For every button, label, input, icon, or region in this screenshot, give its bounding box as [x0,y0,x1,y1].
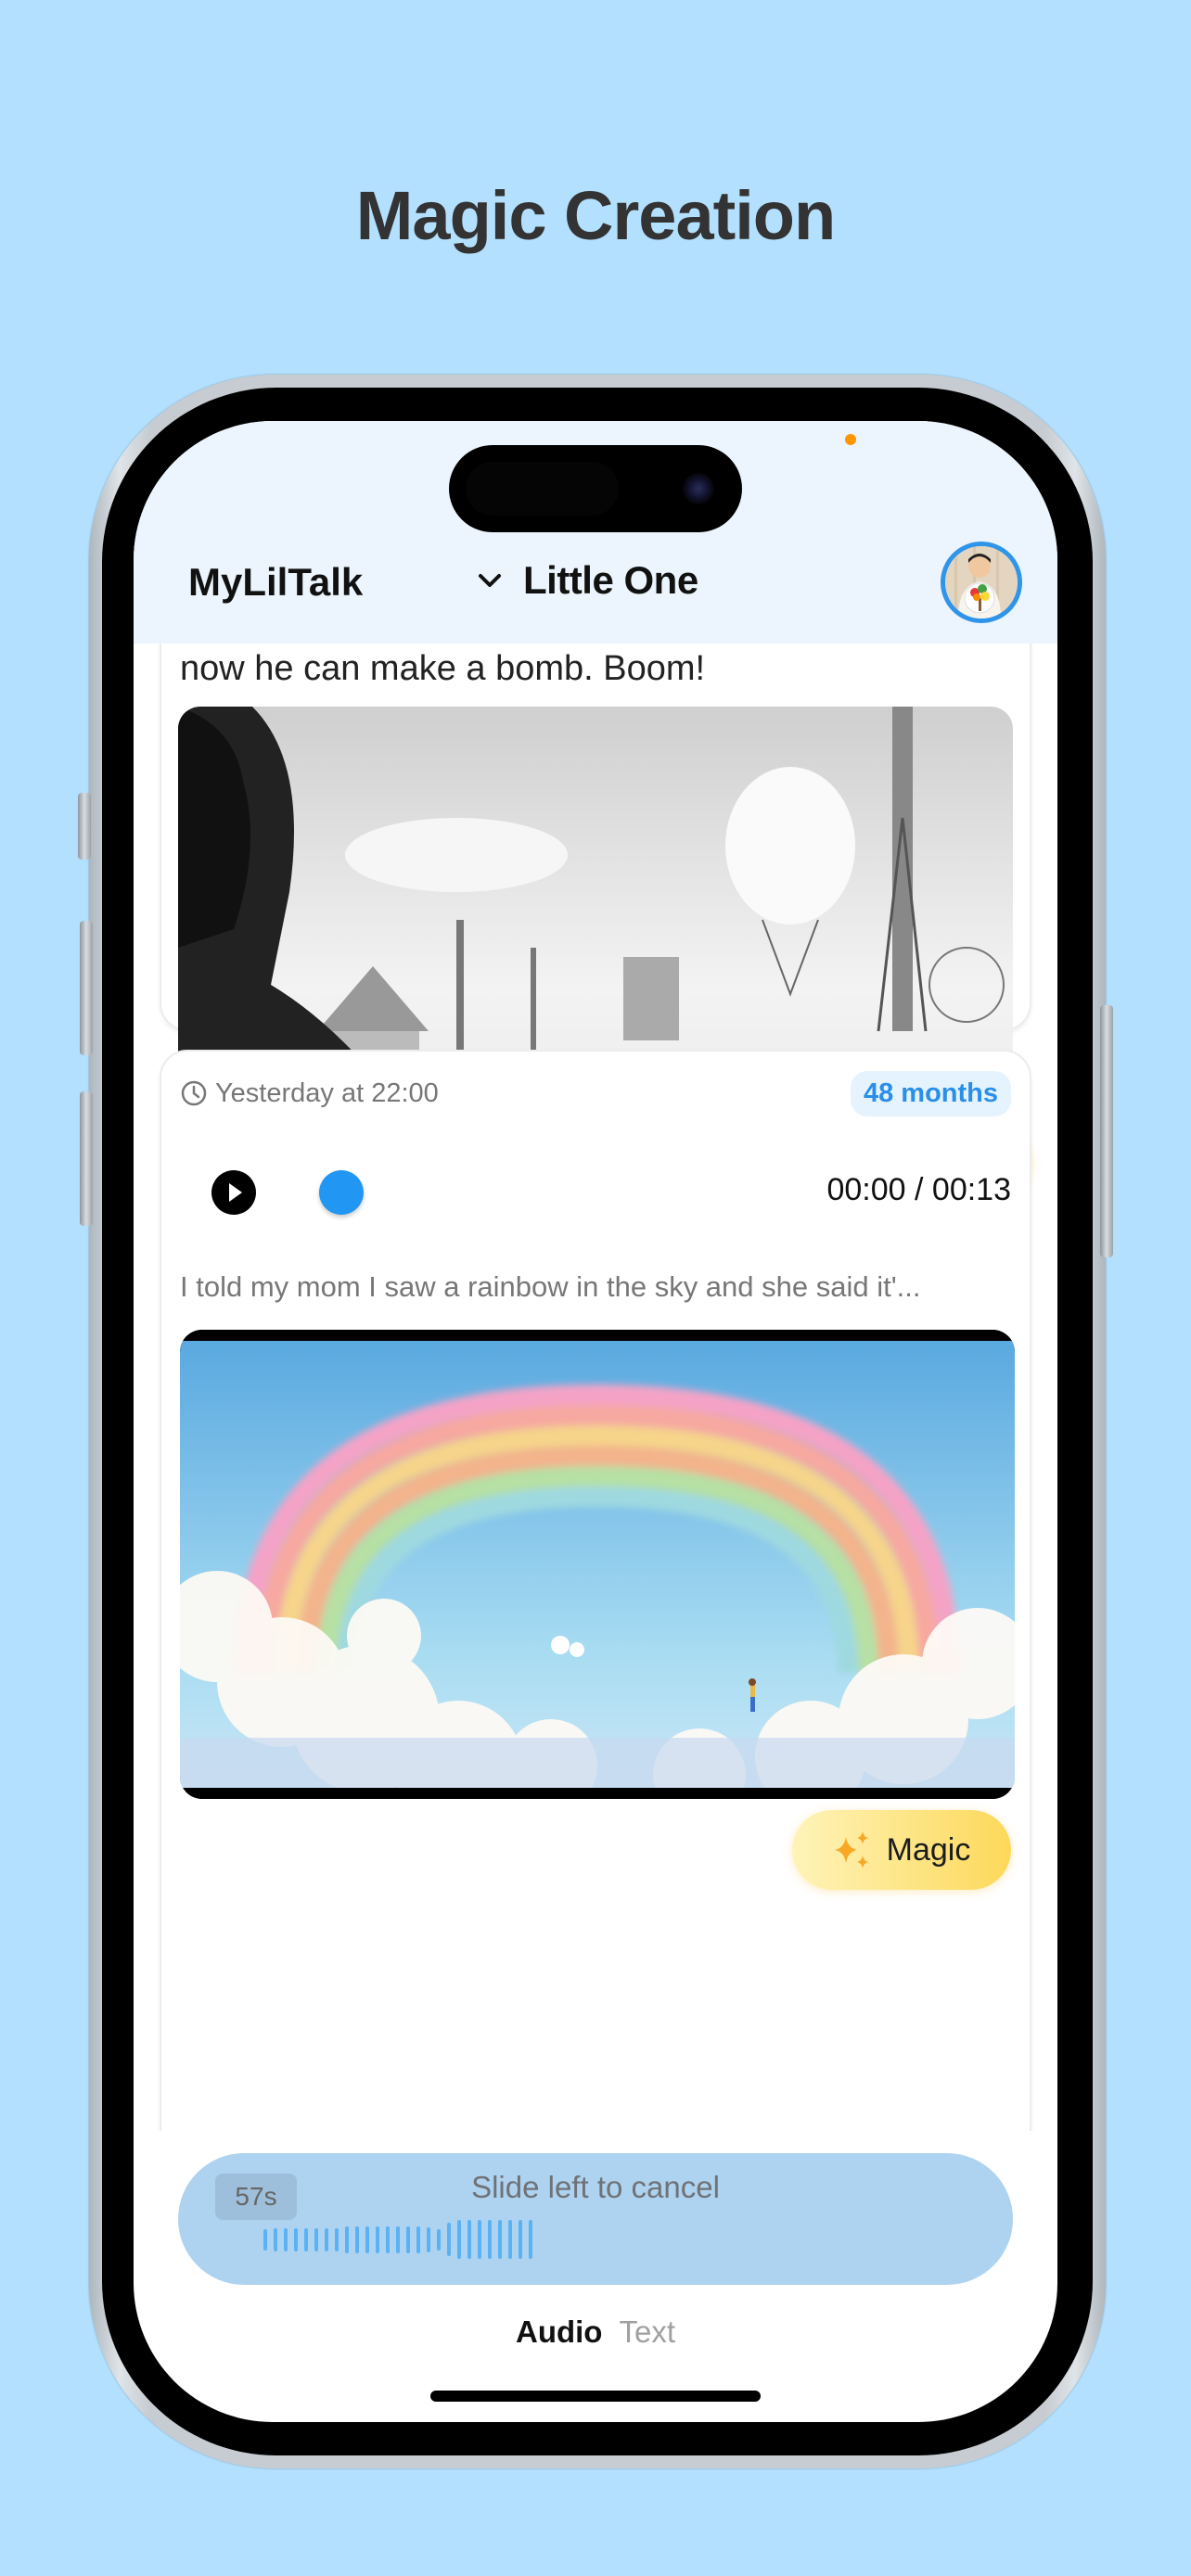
story-text: now he can make a bomb. Boom! [180,649,706,688]
waveform-bar [386,2225,390,2253]
child-selector[interactable]: Little One [477,558,698,603]
waveform-bar [529,2220,532,2259]
tab-text[interactable]: Text [619,2315,675,2350]
waveform-bar [355,2225,359,2253]
clock-icon [181,1080,207,1106]
waveform-bar [274,2227,277,2251]
waveform-bar [437,2228,441,2251]
waveform-bar [396,2225,400,2253]
audio-player: 00:00 / 00:13 [180,1155,1011,1230]
waveform-bar [427,2226,430,2252]
timestamp-text: Yesterday at 22:00 [215,1078,439,1108]
power-button [1100,1005,1113,1257]
app-brand: MyLilTalk [188,560,364,604]
magic-button[interactable]: Magic [792,1810,1011,1890]
audio-seek-slider[interactable] [319,1170,364,1215]
action-button [78,793,91,860]
transcript-snippet[interactable]: I told my mom I saw a rainbow in the sky… [180,1270,1011,1304]
avatar-photo [945,546,1018,618]
volume-down-button [80,1091,93,1226]
waveform-bar [519,2220,522,2259]
avatar[interactable] [941,542,1022,623]
waveform-bar [284,2227,288,2251]
input-mode-tabs: Audio Text [134,2315,1057,2350]
play-icon[interactable] [211,1170,256,1215]
sensor [466,462,619,516]
home-indicator[interactable] [430,2391,761,2402]
waveform-bar [365,2225,369,2253]
child-name: Little One [523,558,698,602]
waveform-bar [488,2220,492,2259]
waveform-bar [335,2227,339,2251]
waveform-bar [314,2227,318,2251]
waveform-bar [467,2220,471,2259]
waveform-bar [457,2220,461,2259]
recording-bar[interactable]: 57s Slide left to cancel [178,2153,1013,2285]
chevron-down-icon [479,574,501,587]
waveform-bar [478,2220,481,2259]
rainbow-illustration [180,1330,1015,1799]
story-image-rainbow[interactable] [180,1330,1015,1799]
page-title: Magic Creation [355,177,836,254]
waveform-bar [304,2227,308,2251]
waveform-bar [263,2228,267,2251]
waveform-bar [294,2227,298,2251]
slide-to-cancel-hint: Slide left to cancel [471,2170,720,2204]
sparkles-icon [834,1831,868,1868]
card-meta: Yesterday at 22:00 48 months [180,1068,1011,1118]
waveform-bar [406,2225,410,2253]
waveform-bar [416,2225,420,2253]
story-feed[interactable]: now he can make a bomb. Boom! Yesterday … [134,644,1057,2131]
waveform [263,2220,532,2259]
camera-icon [683,473,714,504]
story-card: Yesterday at 22:00 48 months 00:00 / 00:… [160,1050,1031,2131]
player-time: 00:00 / 00:13 [826,1172,1011,1207]
age-badge: 48 months [850,1070,1011,1116]
mic-indicator-icon [845,434,856,445]
waveform-bar [345,2225,349,2253]
magic-button-label: Magic [886,1831,971,1868]
dynamic-island [449,445,742,532]
waveform-bar [325,2227,328,2251]
phone-screen: MyLilTalk Little One now he can make a b… [134,421,1057,2422]
tab-audio[interactable]: Audio [516,2315,602,2350]
volume-up-button [80,921,93,1055]
waveform-bar [498,2220,502,2259]
waveform-bar [508,2220,512,2259]
waveform-bar [376,2225,379,2253]
waveform-bar [447,2223,451,2256]
timestamp: Yesterday at 22:00 [180,1078,439,1109]
